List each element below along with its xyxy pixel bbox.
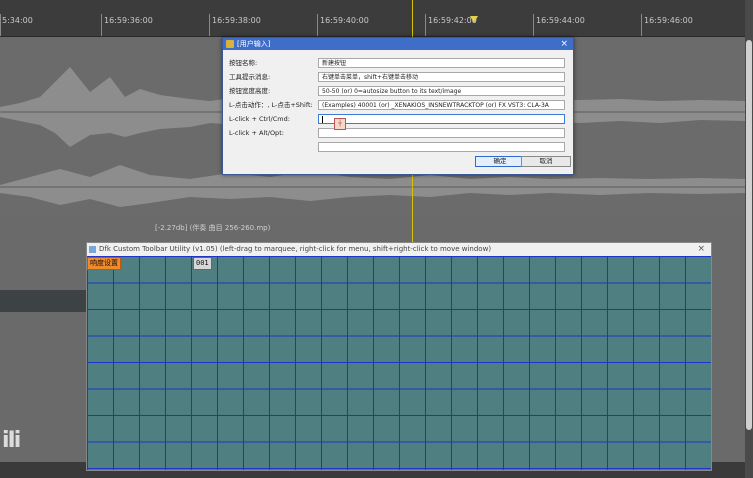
mouse-cursor-icon: ┼: [334, 118, 346, 130]
text-caret: [322, 116, 323, 123]
media-item-label: [-2.27db] (伴奏 曲目 256-260.mp): [155, 224, 271, 232]
button-size-input[interactable]: 50-50 (or) 0=autosize button to its text…: [318, 86, 565, 96]
field-label: 按钮名称:: [229, 59, 258, 67]
ruler-tick: [533, 14, 534, 36]
field-label: L-click + Ctrl/Cmd:: [229, 115, 290, 123]
ruler-tick: [317, 14, 318, 36]
vertical-scrollbar-thumb[interactable]: [746, 40, 752, 430]
ruler-tick: [209, 14, 210, 36]
tooltip-input[interactable]: 右键单击菜单，shift+右键单击移动: [318, 72, 565, 82]
toolbar-button-001[interactable]: 001: [193, 257, 212, 270]
ruler-label: 16:59:46:00: [644, 16, 693, 25]
ruler-label: 16:59:36:00: [104, 16, 153, 25]
toolbar-button-grid[interactable]: [87, 256, 711, 470]
close-icon[interactable]: ×: [560, 38, 568, 50]
app-icon: [226, 40, 234, 48]
timeline-ruler[interactable]: 5:34:00 16:59:36:00 16:59:38:00 16:59:40…: [0, 0, 745, 37]
field-label: 按钮宽度高度:: [229, 87, 271, 95]
toolbar-window-title: Dfk Custom Toolbar Utility (v1.05) (left…: [99, 245, 492, 253]
track-lane-strip: [0, 290, 90, 312]
field-label: L-click + Alt/Opt:: [229, 129, 284, 137]
close-icon[interactable]: ×: [697, 243, 705, 255]
ruler-tick: [425, 14, 426, 36]
extra-input[interactable]: [318, 142, 565, 152]
ruler-tick: [641, 14, 642, 36]
dialog-titlebar[interactable]: [用户输入] ×: [223, 38, 573, 50]
ruler-label: 5:34:00: [2, 16, 33, 25]
cancel-button[interactable]: 取消: [521, 156, 571, 167]
field-row-ctrl-click: L-click + Ctrl/Cmd:: [229, 114, 569, 125]
dialog-title: [用户输入]: [237, 40, 271, 48]
field-row-button-name: 按钮名称: 新建按钮: [229, 58, 569, 69]
daw-logo: iIi: [2, 428, 21, 453]
field-row-extra: [229, 142, 569, 153]
field-row-size: 按钮宽度高度: 50-50 (or) 0=autosize button to …: [229, 86, 569, 97]
alt-click-input[interactable]: [318, 128, 565, 138]
toolbar-window-titlebar[interactable]: Dfk Custom Toolbar Utility (v1.05) (left…: [87, 243, 711, 255]
ruler-label: 16:59:38:00: [212, 16, 261, 25]
field-label: 工具提示消息:: [229, 73, 271, 81]
app-icon: [89, 246, 96, 253]
field-row-alt-click: L-click + Alt/Opt:: [229, 128, 569, 139]
lclick-action-input[interactable]: (Examples) 40001 (or) _XENAKIOS_INSNEWTR…: [318, 100, 565, 110]
ruler-tick: [101, 14, 102, 36]
field-row-tooltip: 工具提示消息: 右键单击菜单，shift+右键单击移动: [229, 72, 569, 83]
ruler-label: 16:59:40:00: [320, 16, 369, 25]
user-input-dialog: [用户输入] × 按钮名称: 新建按钮 工具提示消息: 右键单击菜单，shift…: [222, 37, 574, 175]
ctrl-click-input[interactable]: [318, 114, 565, 124]
custom-toolbar-window: Dfk Custom Toolbar Utility (v1.05) (left…: [86, 242, 712, 471]
field-row-lclick: L-点击动作：, L-点击+Shift: (Examples) 40001 (o…: [229, 100, 569, 111]
ruler-label: 16:59:44:00: [536, 16, 585, 25]
field-label: L-点击动作：, L-点击+Shift:: [229, 101, 313, 109]
button-name-input[interactable]: 新建按钮: [318, 58, 565, 68]
ok-button[interactable]: 确定: [475, 156, 525, 167]
toolbar-button-loudness[interactable]: 响度设置: [87, 257, 121, 270]
play-marker-icon[interactable]: [470, 16, 478, 23]
ruler-tick: [0, 14, 1, 36]
